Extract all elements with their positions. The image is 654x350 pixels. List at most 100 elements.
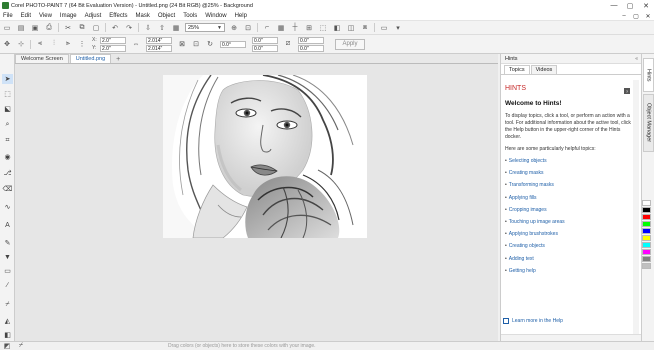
align-center-icon[interactable]: ⫶: [49, 39, 59, 49]
topic-link[interactable]: • Transforming masks: [505, 179, 633, 191]
doc-minimize-button[interactable]: –: [618, 11, 630, 21]
learn-more-link[interactable]: Learn more in the Help: [503, 318, 563, 324]
color-swatches-icon[interactable]: ◧: [2, 330, 13, 340]
pick-tool-icon[interactable]: ➤: [2, 74, 13, 84]
position-icon[interactable]: ⊹: [16, 39, 26, 49]
options-dropdown-icon[interactable]: ▾: [393, 23, 403, 33]
lock-ratio-icon[interactable]: ⊡: [191, 39, 201, 49]
rulers-icon[interactable]: ⌐: [262, 23, 272, 33]
fill-tool-icon[interactable]: ▼: [2, 252, 13, 262]
skew-x-input[interactable]: 0.0": [298, 36, 324, 44]
hints-scrollbar[interactable]: [633, 80, 639, 334]
image-canvas[interactable]: [163, 75, 367, 238]
save-icon[interactable]: ▣: [30, 23, 40, 33]
apply-button[interactable]: Apply: [335, 38, 365, 50]
transform-mode-icon[interactable]: ✥: [2, 39, 12, 49]
palette-icon[interactable]: ◩: [2, 341, 12, 350]
scale-icon[interactable]: ⊠: [177, 39, 187, 49]
shape-tool-icon[interactable]: ▭: [2, 266, 13, 276]
guidelines-icon[interactable]: ┼: [290, 23, 300, 33]
red-eye-tool-icon[interactable]: ◉: [2, 152, 13, 162]
topic-link[interactable]: • Selecting objects: [505, 155, 633, 167]
width-input[interactable]: 2.014": [146, 36, 172, 44]
add-tab-icon[interactable]: +: [112, 56, 124, 63]
grid-icon[interactable]: ▦: [276, 23, 286, 33]
topic-link[interactable]: • Applying brushstrokes: [505, 228, 633, 240]
color-swatch[interactable]: [642, 214, 651, 220]
maximize-button[interactable]: ▢: [622, 0, 638, 11]
menu-mask[interactable]: Mask: [132, 13, 154, 19]
center-x-input[interactable]: 0.0": [252, 36, 278, 44]
color-swatch[interactable]: [642, 207, 651, 213]
line-tool-icon[interactable]: ∕: [2, 280, 13, 290]
zoom-tool-icon[interactable]: ⌕: [2, 120, 13, 130]
crop-tool-icon[interactable]: ⌗: [2, 136, 13, 146]
menu-object[interactable]: Object: [154, 13, 179, 19]
doc-restore-button[interactable]: ▢: [630, 11, 642, 21]
menu-effects[interactable]: Effects: [105, 13, 131, 19]
topic-link[interactable]: • Touching up image areas: [505, 216, 633, 228]
cut-icon[interactable]: ✂: [63, 23, 73, 33]
menu-window[interactable]: Window: [201, 13, 230, 19]
color-swatch[interactable]: [642, 200, 651, 206]
side-tab-object-manager[interactable]: Object Manager: [643, 94, 654, 152]
import-icon[interactable]: ⇩: [143, 23, 153, 33]
color-swatch[interactable]: [642, 221, 651, 227]
color-swatch[interactable]: [642, 263, 651, 269]
align-left-icon[interactable]: ⫷: [35, 39, 45, 49]
mask-overlay-icon[interactable]: ◧: [332, 23, 342, 33]
y-position-input[interactable]: 2.0": [100, 44, 126, 52]
bucket-tool-icon[interactable]: ◭: [2, 316, 13, 326]
topic-link[interactable]: • Creating objects: [505, 240, 633, 252]
effect-tool-icon[interactable]: ∿: [2, 202, 13, 212]
tab-welcome-screen[interactable]: Welcome Screen: [15, 54, 69, 63]
color-swatch[interactable]: [642, 242, 651, 248]
topic-link[interactable]: • Getting help: [505, 265, 633, 277]
doc-close-button[interactable]: ✕: [642, 11, 654, 21]
skew-y-input[interactable]: 0.0": [298, 44, 324, 52]
layers-icon[interactable]: ⧈: [360, 23, 370, 33]
tab-untitled[interactable]: Untitled.png: [69, 54, 112, 63]
new-icon[interactable]: ▭: [2, 23, 12, 33]
align-right-icon[interactable]: ⫸: [63, 39, 73, 49]
minimize-button[interactable]: —: [606, 0, 622, 11]
menu-file[interactable]: File: [0, 13, 17, 19]
tab-videos[interactable]: Videos: [530, 65, 558, 74]
topic-link[interactable]: • Creating masks: [505, 167, 633, 179]
height-input[interactable]: 2.014": [146, 44, 172, 52]
text-tool-icon[interactable]: A: [2, 220, 13, 230]
objects-icon[interactable]: ◫: [346, 23, 356, 33]
skew-icon[interactable]: ⧄: [283, 39, 293, 49]
menu-help[interactable]: Help: [231, 13, 251, 19]
help-icon[interactable]: ?: [624, 88, 630, 94]
paint-tool-icon[interactable]: ✎: [2, 238, 13, 248]
topic-link[interactable]: • Adding text: [505, 253, 633, 265]
color-swatch[interactable]: [642, 256, 651, 262]
color-swatch[interactable]: [642, 235, 651, 241]
zoom-level-select[interactable]: 25% ▼: [185, 23, 225, 32]
tab-topics[interactable]: Topics: [504, 65, 530, 74]
menu-view[interactable]: View: [35, 13, 56, 19]
mask-marquee-icon[interactable]: ⬚: [318, 23, 328, 33]
redo-icon[interactable]: ↷: [124, 23, 134, 33]
snap-icon[interactable]: ⊞: [304, 23, 314, 33]
open-icon[interactable]: ▤: [16, 23, 26, 33]
print-icon[interactable]: ⎙: [44, 23, 54, 33]
clone-tool-icon[interactable]: ⎇: [2, 168, 13, 178]
canvas-area[interactable]: [15, 64, 498, 341]
undo-icon[interactable]: ↶: [110, 23, 120, 33]
color-swatch[interactable]: [642, 228, 651, 234]
eyedropper-tool-icon[interactable]: ⌿: [2, 300, 13, 310]
close-button[interactable]: ✕: [638, 0, 654, 11]
menu-tools[interactable]: Tools: [179, 13, 201, 19]
launcher-icon[interactable]: ▦: [171, 23, 181, 33]
mask-transform-tool-icon[interactable]: ⬕: [2, 104, 13, 114]
docker-controls-icon[interactable]: «: [635, 56, 638, 62]
export-icon[interactable]: ⇧: [157, 23, 167, 33]
eraser-tool-icon[interactable]: ⌫: [2, 184, 13, 194]
color-swatch[interactable]: [642, 249, 651, 255]
screen-icon[interactable]: ▭: [379, 23, 389, 33]
paste-icon[interactable]: ▢: [91, 23, 101, 33]
menu-edit[interactable]: Edit: [17, 13, 35, 19]
zoom-in-icon[interactable]: ⊕: [229, 23, 239, 33]
